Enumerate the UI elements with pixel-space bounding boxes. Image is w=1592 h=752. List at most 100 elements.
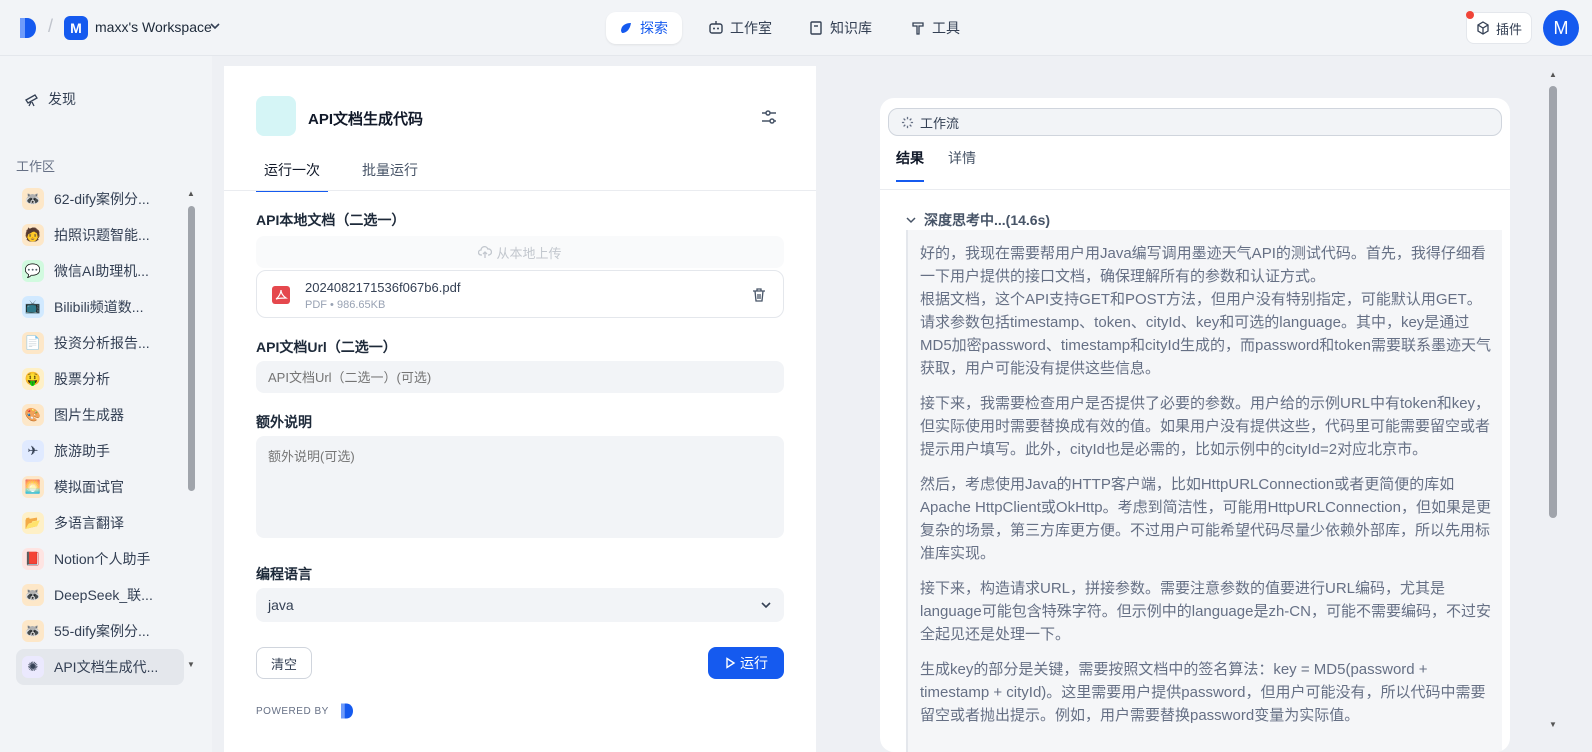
scroll-down-arrow[interactable]: ▼ (1549, 720, 1557, 729)
scroll-up-arrow[interactable]: ▲ (1549, 70, 1557, 79)
thinking-paragraph: 好的，我现在需要帮用户用Java编写调用墨迹天气API的测试代码。首先，我得仔细… (920, 245, 1486, 285)
chevron-down-icon (906, 217, 916, 224)
palette-icon: 🎨 (22, 404, 44, 426)
local-doc-label: API本地文档（二选一） (256, 212, 406, 228)
sidebar-app-item[interactable]: ✺ API文档生成代... (16, 649, 184, 685)
notification-dot (1466, 11, 1474, 19)
result-card: 工作流 结果 详情 深度思考中...(14.6s) 好的，我现在需要帮用户用Ja… (880, 98, 1510, 752)
run-mode-tabs: 运行一次 批量运行 (256, 160, 426, 192)
app-run-panel: API文档生成代码 运行一次 批量运行 API本地文档（二选一） 从本地上传 2… (224, 66, 816, 752)
file-name: 2024082171536f067b6.pdf (305, 280, 461, 295)
sidebar-app-item[interactable]: 📂 多语言翻译 (16, 505, 184, 541)
tab-detail[interactable]: 详情 (948, 148, 976, 182)
plugin-button[interactable]: 插件 (1466, 12, 1532, 44)
sidebar-app-label: DeepSeek_联... (54, 587, 153, 603)
raccoon-icon: 🦝 (22, 620, 44, 642)
extra-notes-textarea[interactable] (256, 436, 784, 538)
sidebar-app-item[interactable]: 🤑 股票分析 (16, 361, 184, 397)
user-avatar[interactable]: M (1543, 10, 1579, 46)
raccoon-icon: 🦝 (22, 188, 44, 210)
api-url-input[interactable] (256, 361, 784, 393)
raccoon-icon: 🦝 (22, 584, 44, 606)
hammer-icon (912, 22, 924, 35)
sidebar-app-item[interactable]: 💬 微信AI助理机... (16, 253, 184, 289)
tab-batch-run[interactable]: 批量运行 (354, 160, 426, 192)
page-scrollbar-thumb[interactable] (1549, 86, 1557, 518)
powered-by: POWERED BY (256, 702, 357, 720)
divider (880, 189, 1510, 190)
sidebar-app-label: 图片生成器 (54, 407, 124, 423)
money-face-icon: 🤑 (22, 368, 44, 390)
run-button[interactable]: 运行 (708, 647, 784, 679)
sidebar-scrollbar-thumb[interactable] (188, 206, 195, 491)
trash-icon[interactable] (751, 287, 767, 303)
workflow-status-bar[interactable]: 工作流 (888, 108, 1502, 136)
sidebar-app-item[interactable]: 📄 投资分析报告... (16, 325, 184, 361)
sidebar-item-discover[interactable]: 发现 (24, 89, 76, 109)
sidebar-app-label: 多语言翻译 (54, 515, 124, 531)
sidebar-app-label: API文档生成代... (54, 659, 159, 675)
cube-icon (1477, 21, 1489, 35)
book-open-icon (810, 21, 822, 35)
sidebar-app-item[interactable]: 🦝 55-dify案例分... (16, 613, 184, 649)
chat-icon: 💬 (22, 260, 44, 282)
nav-studio[interactable]: 工作室 (696, 12, 786, 44)
settings-sliders-icon[interactable] (760, 108, 778, 126)
thinking-toggle[interactable]: 深度思考中...(14.6s) (906, 210, 1050, 230)
workspace-badge[interactable]: M (64, 16, 88, 40)
scroll-up-arrow[interactable]: ▲ (187, 189, 195, 198)
workspace-name[interactable]: maxx's Workspace (95, 19, 212, 35)
file-meta: PDF • 986.65KB (305, 299, 386, 311)
document-icon: 📄 (22, 332, 44, 354)
powered-by-label: POWERED BY (256, 705, 329, 717)
thinking-paragraph: 根据文档，这个API支持GET和POST方法，但用户没有特别指定，可能默认用GE… (920, 291, 1491, 377)
sidebar-app-item[interactable]: 📕 Notion个人助手 (16, 541, 184, 577)
thinking-paragraph: 生成key的部分是关键，需要按照文档中的签名算法：key = MD5(passw… (920, 661, 1486, 724)
plugin-label: 插件 (1495, 21, 1522, 37)
sidebar-app-item[interactable]: 🧑 拍照识题智能... (16, 217, 184, 253)
tab-result[interactable]: 结果 (896, 148, 924, 182)
folder-icon: 📂 (22, 512, 44, 534)
sidebar-app-label: 55-dify案例分... (54, 623, 150, 639)
sunrise-icon: 🌅 (22, 476, 44, 498)
sidebar-app-item[interactable]: ✈ 旅游助手 (16, 433, 184, 469)
nav-knowledge[interactable]: 知识库 (796, 12, 886, 44)
nav-label: 工具 (932, 20, 960, 36)
cloud-upload-icon (478, 246, 493, 258)
robot-icon (709, 21, 723, 34)
sidebar-app-label: 旅游助手 (54, 443, 110, 459)
uploaded-file-card: 2024082171536f067b6.pdf PDF • 986.65KB (256, 270, 784, 318)
run-label: 运行 (740, 655, 768, 671)
sidebar-app-item[interactable]: 📺 Bilibili频道数... (16, 289, 184, 325)
nav-label: 工作室 (730, 20, 772, 36)
telescope-icon (25, 94, 38, 107)
clear-button[interactable]: 清空 (256, 647, 312, 679)
loading-spinner-icon (901, 116, 914, 128)
top-bar: / M maxx's Workspace 探索 工作室 知识库 工具 插件 M (0, 0, 1592, 56)
lang-label: 编程语言 (256, 566, 312, 582)
pdf-icon (272, 286, 290, 304)
workflow-label: 工作流 (920, 115, 960, 131)
sidebar-app-item[interactable]: 🦝 62-dify案例分... (16, 181, 184, 217)
upload-button[interactable]: 从本地上传 (256, 236, 784, 268)
nav-tools[interactable]: 工具 (898, 12, 974, 44)
sidebar-app-item[interactable]: 🦝 DeepSeek_联... (16, 577, 184, 613)
url-label: API文档Url（二选一） (256, 339, 397, 355)
thinking-paragraph: 然后，考虑使用Java的HTTP客户端，比如HttpURLConnection或… (920, 476, 1491, 562)
sidebar-app-item[interactable]: 🎨 图片生成器 (16, 397, 184, 433)
language-select[interactable]: java (256, 588, 784, 622)
discover-label: 发现 (48, 91, 76, 107)
result-tabs: 结果 详情 (896, 148, 976, 182)
upload-label: 从本地上传 (496, 245, 562, 261)
sidebar: 发现 工作区 🦝 62-dify案例分... 🧑 拍照识题智能... 💬 微信AI助理机.… (0, 56, 212, 752)
scroll-down-arrow[interactable]: ▼ (187, 660, 195, 669)
chevron-down-icon[interactable] (210, 21, 220, 31)
sidebar-app-item[interactable]: 🌅 模拟面试官 (16, 469, 184, 505)
nav-explore[interactable]: 探索 (606, 12, 682, 44)
chevron-down-icon (761, 602, 771, 609)
dify-logo[interactable] (18, 16, 38, 40)
sidebar-app-label: 62-dify案例分... (54, 191, 150, 207)
tab-run-once[interactable]: 运行一次 (256, 160, 328, 192)
student-icon: 🧑 (22, 224, 44, 246)
sidebar-app-label: 股票分析 (54, 371, 110, 387)
